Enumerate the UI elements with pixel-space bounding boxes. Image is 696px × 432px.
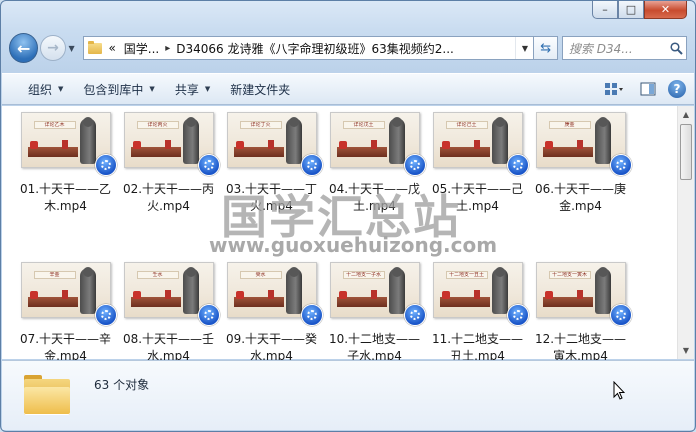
recent-pages-dropdown[interactable]: ▼ (66, 44, 78, 53)
media-player-icon (403, 304, 426, 326)
thumbnail-banner: 辛金 (33, 271, 76, 279)
command-bar: 组织 ▼ 包含到库中 ▼ 共享 ▼ 新建文件夹 ? (2, 73, 694, 105)
video-thumbnail[interactable]: 壬水 (123, 262, 220, 326)
arrow-right-icon: → (47, 40, 59, 56)
video-thumbnail[interactable]: 详论己土 (432, 112, 529, 176)
chevron-down-icon: ▼ (521, 43, 529, 53)
vertical-scrollbar[interactable]: ▲ ▼ (677, 106, 694, 359)
media-player-icon (300, 304, 323, 326)
video-thumbnail[interactable]: 癸水 (226, 262, 323, 326)
chevron-down-icon: ▼ (58, 85, 64, 93)
file-name[interactable]: 06.十天干——庚金.mp4 (530, 181, 632, 215)
video-thumbnail[interactable]: 庚金 (535, 112, 632, 176)
close-button[interactable]: ✕ (644, 1, 687, 19)
maximize-button[interactable]: □ (618, 1, 644, 19)
folder-large-icon (24, 375, 70, 415)
video-thumbnail[interactable]: 十二地支一丑土 (432, 262, 529, 326)
back-button[interactable]: ← (9, 33, 39, 63)
video-thumbnail[interactable]: 十二地支一子水 (329, 262, 426, 326)
media-player-icon (506, 154, 529, 176)
forward-button[interactable]: → (40, 35, 66, 61)
video-thumbnail[interactable]: 十二地支一寅木 (535, 262, 632, 326)
thumbnail-banner: 十二地支一子水 (342, 271, 385, 279)
new-folder-label: 新建文件夹 (230, 82, 291, 97)
preview-pane-button[interactable] (634, 78, 662, 100)
folder-icon (88, 40, 103, 54)
navigation-bar: ← → ▼ « 国学... ▸ D34066 龙诗雅《八字命理初级班》63集视频… (9, 33, 687, 63)
address-bar[interactable]: « 国学... ▸ D34066 龙诗雅《八字命理初级班》63集视频约2... … (83, 36, 535, 60)
organize-menu[interactable]: 组织 ▼ (18, 77, 73, 101)
thumbnail-banner: 详论丁火 (239, 121, 282, 129)
video-thumbnail[interactable]: 详论乙木 (20, 112, 117, 176)
file-item[interactable]: 详论乙木 01.十天干——乙木.mp4 (14, 109, 117, 259)
file-name[interactable]: 01.十天干——乙木.mp4 (15, 181, 117, 215)
breadcrumb-item[interactable]: 国学... (124, 40, 159, 57)
scroll-up-icon[interactable]: ▲ (678, 106, 694, 123)
media-player-icon (609, 154, 632, 176)
thumbnail-banner: 癸水 (239, 271, 282, 279)
refresh-icon: ⇆ (540, 40, 552, 56)
scrollbar-thumb[interactable] (680, 124, 692, 180)
file-name[interactable]: 02.十天干——丙火.mp4 (118, 181, 220, 215)
file-item[interactable]: 详论丙火 02.十天干——丙火.mp4 (117, 109, 220, 259)
chevron-down-icon: ▼ (68, 43, 75, 53)
media-player-icon (506, 304, 529, 326)
video-thumbnail[interactable]: 详论丁火 (226, 112, 323, 176)
item-count: 63 个对象 (94, 378, 150, 392)
thumbnail-banner: 十二地支一寅木 (548, 271, 591, 279)
explorer-window: – □ ✕ ← → ▼ « 国学... ▸ D34066 龙诗雅《八字命理初级班… (0, 0, 696, 432)
media-player-icon (94, 304, 117, 326)
media-player-icon (609, 304, 632, 326)
thumbnail-banner: 详论丙火 (136, 121, 179, 129)
breadcrumb-overflow[interactable]: « (108, 41, 115, 55)
share-label: 共享 (174, 82, 199, 97)
thumbnail-banner: 详论己土 (445, 121, 488, 129)
media-player-icon (403, 154, 426, 176)
scroll-down-icon[interactable]: ▼ (678, 342, 694, 359)
breadcrumb-current[interactable]: D34066 龙诗雅《八字命理初级班》63集视频约2... (176, 40, 454, 57)
organize-label: 组织 (28, 82, 53, 97)
refresh-button[interactable]: ⇆ (534, 36, 558, 60)
thumbnail-banner: 详论戊土 (342, 121, 385, 129)
watermark-url: www.guoxuehuizong.com (209, 233, 498, 257)
include-in-library-menu[interactable]: 包含到库中 ▼ (73, 77, 164, 101)
search-input[interactable]: 搜索 D34... (561, 36, 687, 60)
include-library-label: 包含到库中 (83, 82, 144, 97)
search-icon[interactable] (666, 37, 686, 59)
thumbnail-banner: 十二地支一丑土 (445, 271, 488, 279)
video-thumbnail[interactable]: 详论戊土 (329, 112, 426, 176)
video-thumbnail[interactable]: 详论丙火 (123, 112, 220, 176)
minimize-button[interactable]: – (592, 1, 618, 19)
chevron-down-icon: ▼ (149, 85, 155, 93)
help-icon[interactable]: ? (668, 80, 686, 98)
thumbnail-banner: 详论乙木 (33, 121, 76, 129)
chevron-down-icon: ▼ (204, 85, 211, 93)
preview-pane-icon (640, 82, 656, 96)
media-player-icon (300, 154, 323, 176)
video-thumbnail[interactable]: 辛金 (20, 262, 117, 326)
change-view-button[interactable] (600, 78, 628, 100)
file-item[interactable]: 庚金 06.十天干——庚金.mp4 (529, 109, 632, 259)
search-placeholder: 搜索 D34... (568, 41, 633, 56)
media-player-icon (197, 304, 220, 326)
thumbnail-banner: 壬水 (136, 271, 179, 279)
mouse-cursor-icon (613, 381, 625, 400)
view-grid-icon (605, 83, 623, 95)
media-player-icon (94, 154, 117, 176)
thumbnail-banner: 庚金 (548, 121, 591, 129)
media-player-icon (197, 154, 220, 176)
new-folder-button[interactable]: 新建文件夹 (220, 77, 300, 101)
details-pane: 63 个对象 (2, 360, 694, 430)
address-dropdown[interactable]: ▼ (515, 37, 533, 59)
arrow-left-icon: ← (16, 38, 31, 58)
caption-buttons: – □ ✕ (592, 1, 687, 21)
breadcrumb-separator-icon[interactable]: ▸ (165, 43, 170, 54)
share-menu[interactable]: 共享 ▼ (165, 77, 220, 101)
